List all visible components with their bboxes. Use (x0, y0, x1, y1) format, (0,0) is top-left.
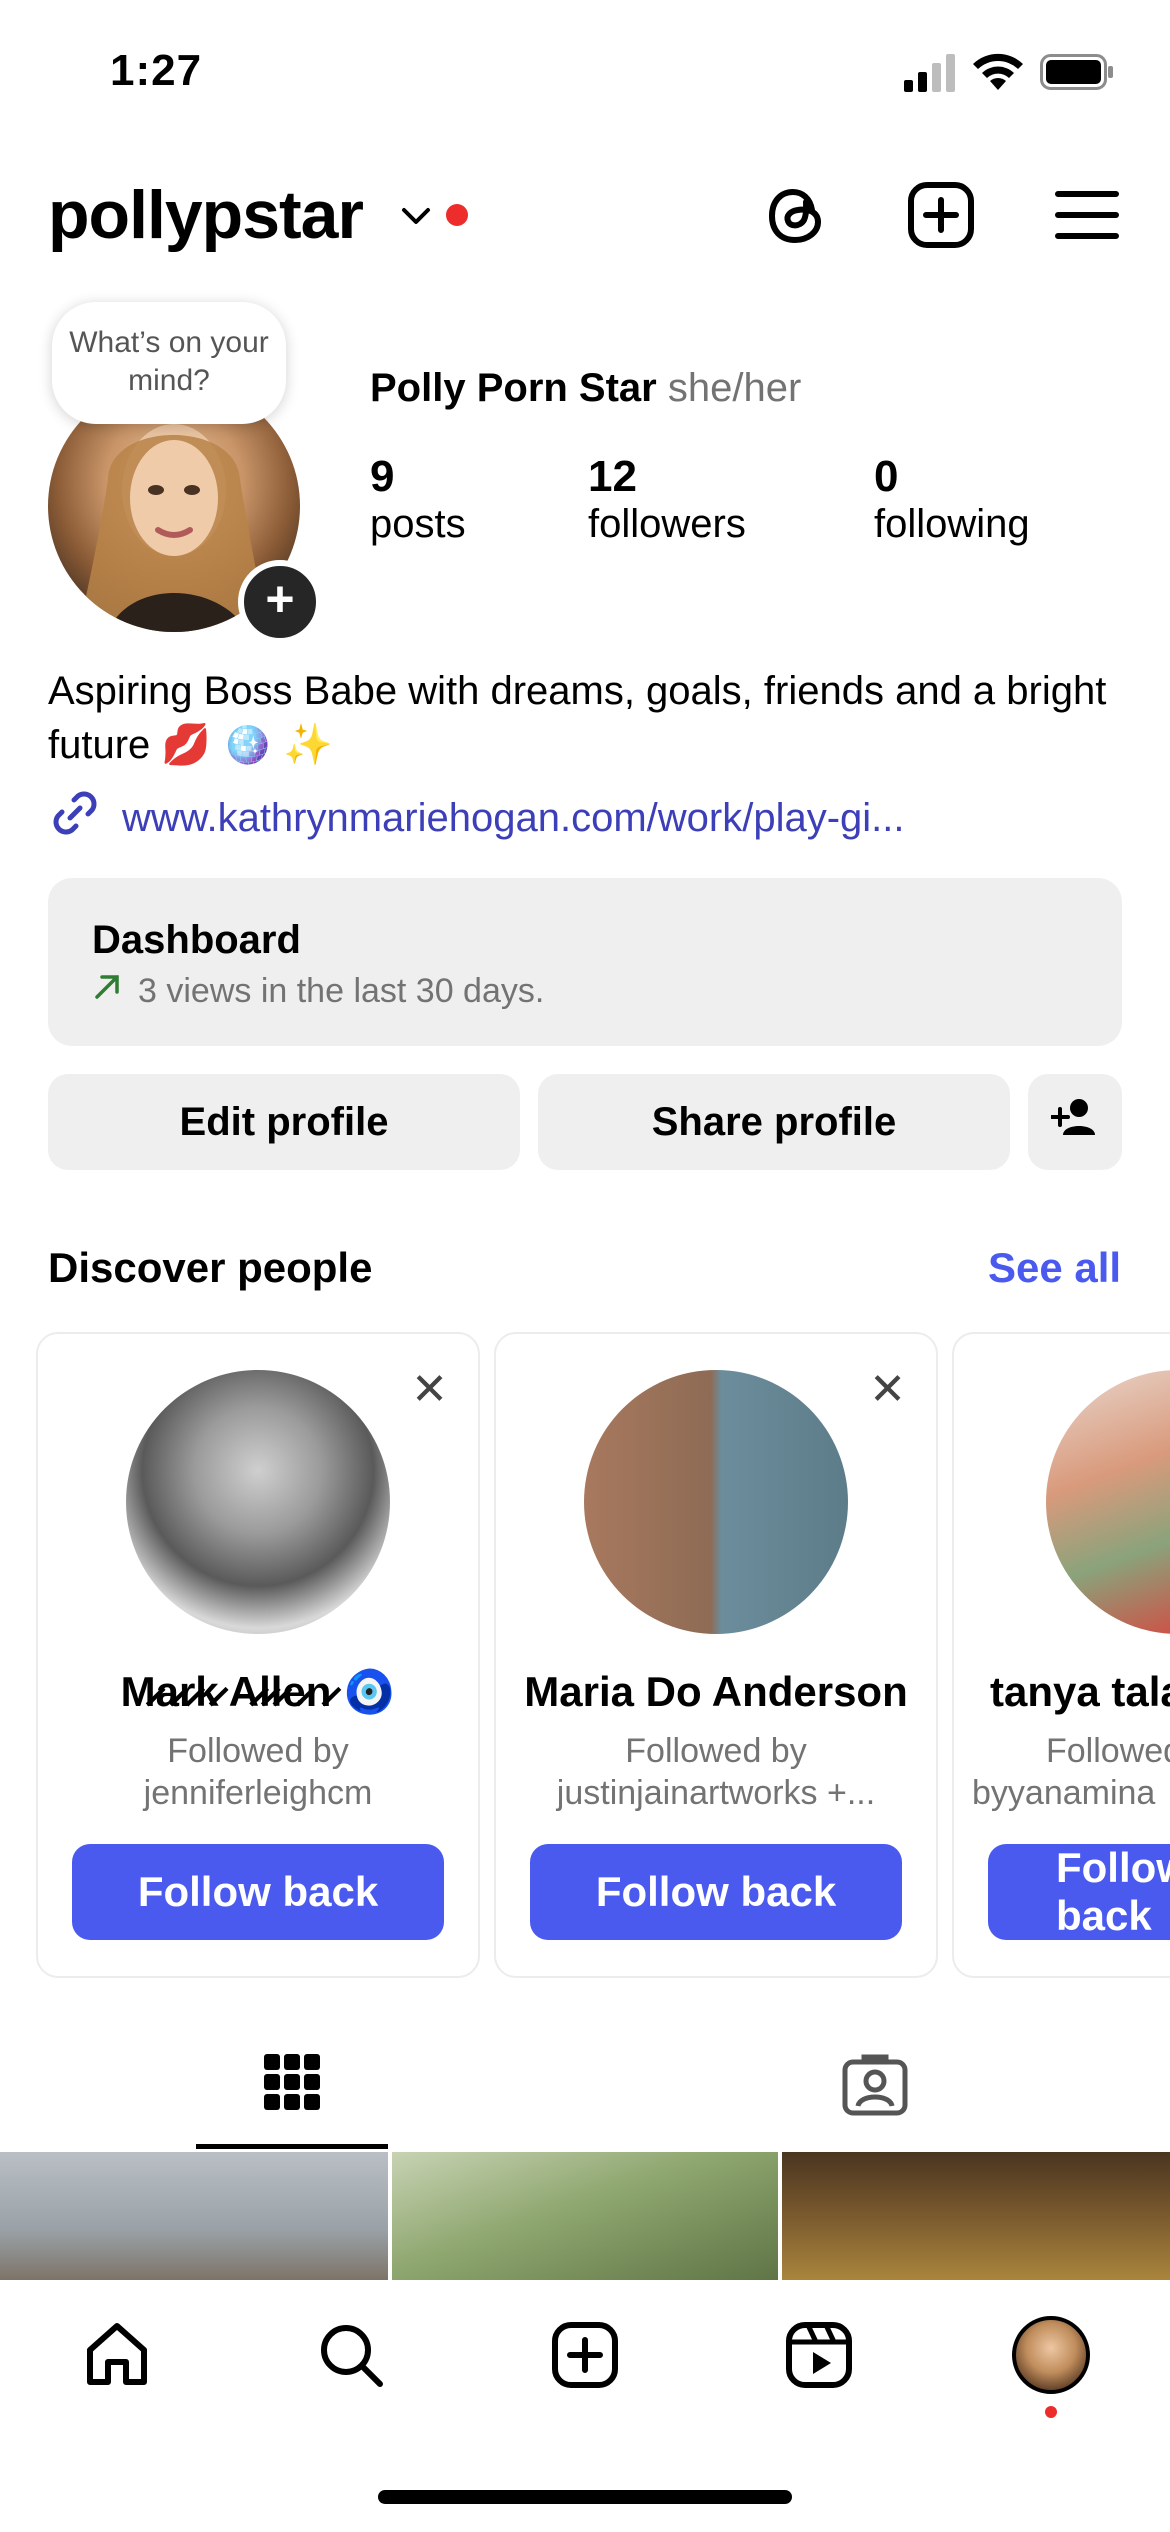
tagged-tab-icon[interactable] (842, 2054, 908, 2121)
post-thumbnail[interactable] (782, 2152, 1170, 2280)
dashboard-subtitle: 3 views in the last 30 days. (92, 972, 544, 1011)
stat-followers-label: followers (588, 502, 746, 546)
username-switcher[interactable]: pollypstar (48, 176, 364, 254)
add-story-icon[interactable]: + (238, 560, 322, 644)
follow-back-button[interactable]: Follow back (530, 1844, 902, 1940)
stat-following[interactable]: 0 following (874, 452, 1030, 547)
status-time: 1:27 (110, 46, 203, 95)
stat-posts-value: 9 (370, 452, 395, 501)
dashboard-title: Dashboard (92, 918, 301, 962)
home-icon[interactable] (82, 2320, 152, 2395)
suggestion-name[interactable]: M̷a̷r̷k̷ A̷l̷l̷e̷n̷ 🧿 (38, 1668, 478, 1717)
suggestion-mutual-line1: Followed by (167, 1732, 349, 1770)
follow-back-button[interactable]: Follow back (988, 1844, 1170, 1940)
stat-followers-value: 12 (588, 452, 637, 501)
profile-tab-avatar[interactable] (1012, 2316, 1090, 2394)
suggestion-mutual-line2: byyanamina (972, 1774, 1156, 1812)
active-tab-indicator (196, 2144, 388, 2149)
dashboard-subtitle-text: 3 views in the last 30 days. (138, 972, 545, 1010)
suggestion-card[interactable]: ✕ Maria Do Anderson Followed by justinja… (494, 1332, 938, 1978)
follow-back-button[interactable]: Follow back (72, 1844, 444, 1940)
suggestion-avatar[interactable] (1046, 1370, 1170, 1634)
suggestion-mutual-line1: Followed (1046, 1732, 1170, 1770)
suggestion-avatar[interactable] (126, 1370, 390, 1634)
suggestion-name[interactable]: Maria Do Anderson (496, 1668, 936, 1716)
chevron-down-icon[interactable] (398, 198, 434, 239)
suggestion-mutual-line2: jenniferleighcm (143, 1774, 373, 1812)
dismiss-icon[interactable]: ✕ (411, 1368, 448, 1412)
share-profile-button[interactable]: Share profile (538, 1074, 1010, 1170)
suggestion-card[interactable]: tanya tala Followed byyanamina Follow ba… (952, 1332, 1170, 1978)
add-person-icon (1050, 1097, 1099, 1147)
battery-icon (1040, 54, 1116, 95)
profile-link[interactable]: www.kathrynmariehogan.com/work/play-gi..… (48, 786, 905, 850)
suggestion-mutual-line1: Followed by (625, 1732, 807, 1770)
stat-followers[interactable]: 12 followers (588, 452, 746, 547)
profile-notification-dot (1045, 2406, 1057, 2418)
profile-link-text: www.kathrynmariehogan.com/work/play-gi..… (122, 795, 905, 840)
threads-icon[interactable] (762, 180, 832, 250)
link-icon (48, 786, 102, 850)
suggestion-mutual-line2: justinjainartworks +... (556, 1774, 876, 1812)
create-post-icon[interactable] (906, 180, 976, 250)
suggestion-avatar[interactable] (584, 1370, 848, 1634)
wifi-icon (970, 50, 1026, 97)
home-indicator (378, 2490, 792, 2504)
bio: Aspiring Boss Babe with dreams, goals, f… (48, 669, 1107, 767)
trend-up-icon (92, 972, 122, 1011)
stat-posts-label: posts (370, 502, 466, 546)
professional-dashboard[interactable]: Dashboard 3 views in the last 30 days. (48, 878, 1122, 1046)
create-icon[interactable] (550, 2320, 620, 2395)
suggestion-name[interactable]: tanya tala (990, 1668, 1170, 1716)
menu-icon[interactable] (1052, 180, 1122, 250)
discover-people-title: Discover people (48, 1244, 373, 1291)
see-all-link[interactable]: See all (988, 1244, 1121, 1292)
suggestion-mutual: Followed by justinjainartworks +... (496, 1730, 936, 1814)
discover-people-button[interactable] (1028, 1074, 1122, 1170)
edit-profile-button[interactable]: Edit profile (48, 1074, 520, 1170)
post-thumbnail[interactable] (392, 2152, 778, 2280)
stat-posts[interactable]: 9 posts (370, 452, 466, 547)
display-name-text: Polly Porn Star (370, 366, 657, 410)
suggestion-mutual: Followed by jenniferleighcm (38, 1730, 478, 1814)
search-icon[interactable] (316, 2320, 386, 2395)
note-bubble[interactable]: What’s on your mind? (52, 302, 286, 424)
stat-following-value: 0 (874, 452, 899, 501)
display-name: Polly Porn Star she/her (370, 366, 801, 411)
reels-icon[interactable] (784, 2320, 854, 2395)
notification-dot (446, 204, 468, 226)
suggestion-mutual: Followed byyanamina (972, 1730, 1170, 1814)
grid-tab-icon[interactable] (264, 2054, 320, 2115)
suggestion-card[interactable]: ✕ M̷a̷r̷k̷ A̷l̷l̷e̷n̷ 🧿 Followed by jenn… (36, 1332, 480, 1978)
post-thumbnail[interactable] (0, 2152, 388, 2280)
stat-following-label: following (874, 502, 1030, 546)
pronouns: she/her (667, 366, 802, 410)
dismiss-icon[interactable]: ✕ (869, 1368, 906, 1412)
cellular-signal-icon (904, 52, 956, 97)
